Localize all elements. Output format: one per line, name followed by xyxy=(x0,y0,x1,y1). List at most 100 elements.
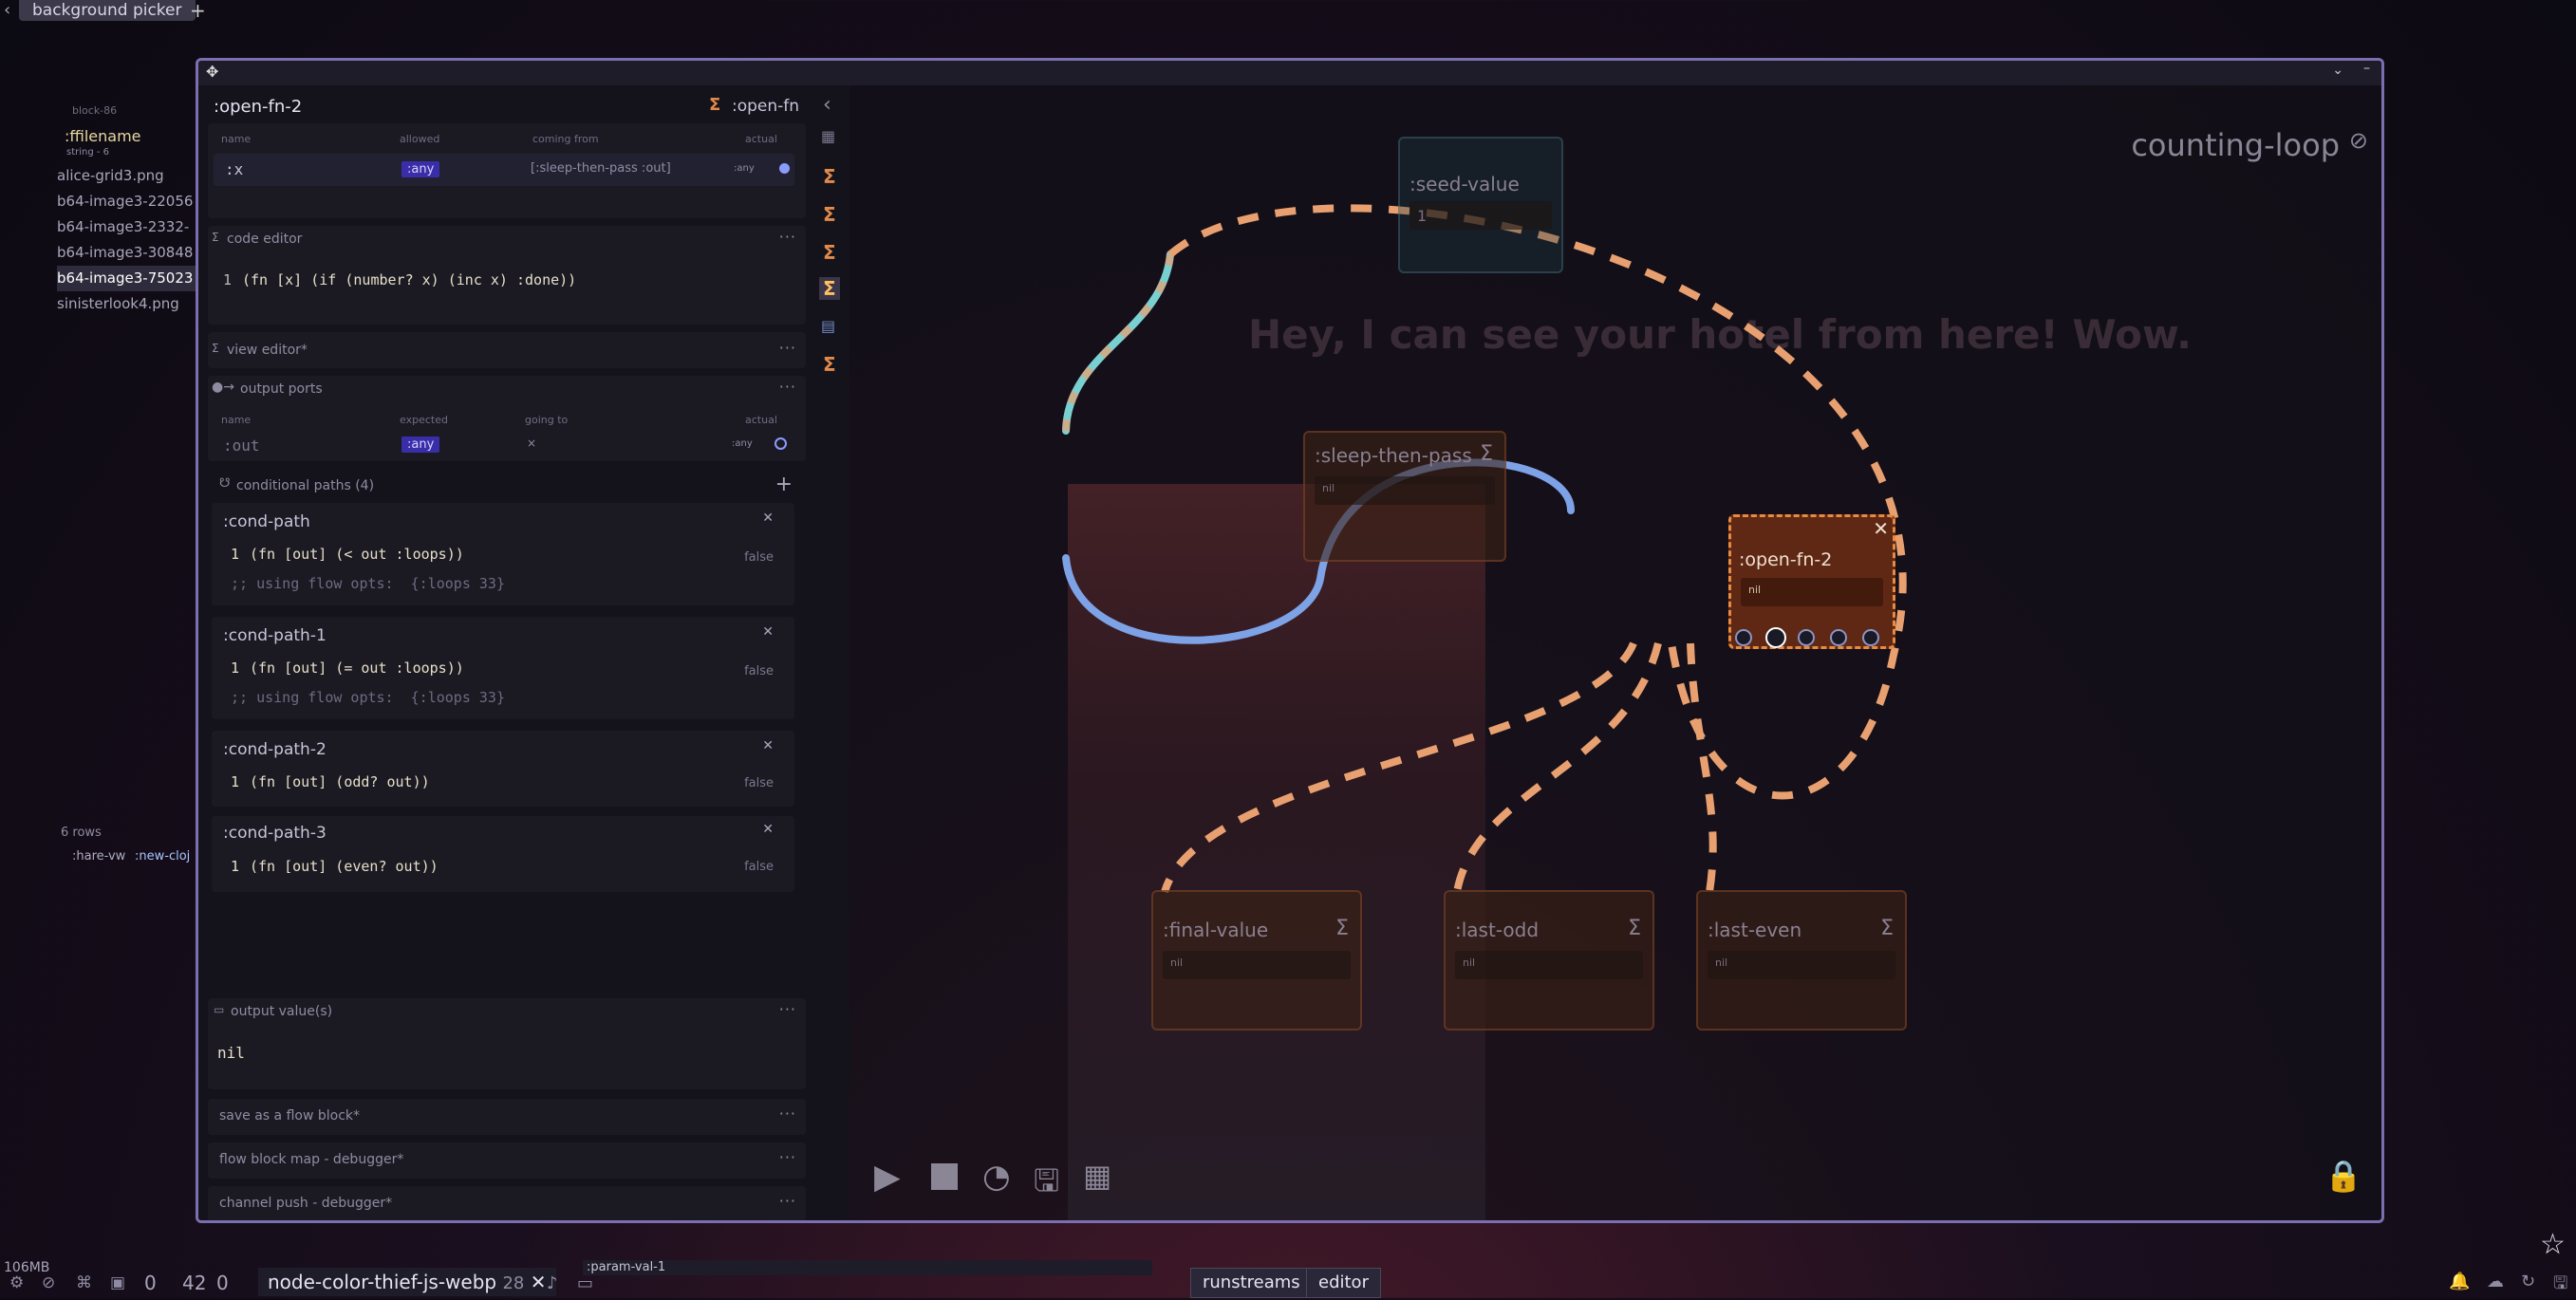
output-port[interactable] xyxy=(1830,629,1847,646)
more-icon[interactable]: ··· xyxy=(779,339,796,357)
input-row[interactable]: :x :any [:sleep-then-pass :out] :any xyxy=(214,154,794,186)
eye-off-icon[interactable]: ⊘ xyxy=(42,1273,55,1292)
sigma-small-icon: Σ xyxy=(212,231,219,244)
image-icon[interactable]: ▣ xyxy=(110,1273,125,1292)
coming-from[interactable]: [:sleep-then-pass :out] xyxy=(531,161,671,176)
cond-path-card[interactable]: :cond-path-1 ✕ 1 (fn [out] (= out :loops… xyxy=(212,617,794,719)
node-final-value[interactable]: :final-value Σ nil xyxy=(1151,890,1362,1031)
move-handle-icon[interactable]: ✥ xyxy=(206,63,218,81)
window-titlebar[interactable]: ✥ ⌄ – xyxy=(198,61,2381,85)
list-item[interactable]: sinisterlook4.png xyxy=(57,291,199,317)
more-icon[interactable]: ··· xyxy=(779,1000,796,1018)
list-item[interactable]: b64-image3-22056 xyxy=(57,189,199,214)
close-icon[interactable]: ✕ xyxy=(762,511,774,526)
node-last-even[interactable]: :last-even Σ nil xyxy=(1696,890,1907,1031)
sigma-icon[interactable]: Σ xyxy=(823,241,836,264)
add-tab-button[interactable]: + xyxy=(190,0,206,22)
code-icon[interactable]: ⌘ xyxy=(76,1273,92,1292)
cloud-icon[interactable]: ☁ xyxy=(2487,1272,2504,1291)
node-seed-value[interactable]: :seed-value 1 xyxy=(1398,137,1563,273)
sigma-icon: Σ xyxy=(1480,442,1493,466)
editor-window: ✥ ⌄ – :open-fn-2 Σ :open-fn ‹ ▦ Σ Σ Σ Σ … xyxy=(196,58,2384,1223)
tag-new-cloj[interactable]: :new-cloj xyxy=(135,849,190,864)
close-icon[interactable]: ✕ xyxy=(762,624,774,640)
section-label: output ports xyxy=(240,381,323,397)
active-flow-tab[interactable]: node-color-thief-js-webp 28 ✕ xyxy=(258,1268,556,1296)
box-icon: ▭ xyxy=(214,1003,225,1016)
bell-icon[interactable]: 🔔 xyxy=(2449,1272,2470,1291)
tab-background-picker[interactable]: background picker xyxy=(19,0,196,21)
close-icon[interactable]: ✕ xyxy=(762,822,774,837)
sigma-icon[interactable]: Σ xyxy=(823,165,836,188)
output-port[interactable] xyxy=(1798,629,1815,646)
play-icon[interactable]: ▶ xyxy=(874,1158,901,1197)
view-editor-section[interactable]: Σ view editor* ··· xyxy=(208,332,806,368)
more-icon[interactable]: ··· xyxy=(779,1148,796,1166)
tag-hare[interactable]: :hare-vw xyxy=(72,849,125,864)
param-strip[interactable]: :param-val-1 xyxy=(583,1260,1152,1275)
sigma-icon-active[interactable]: Σ xyxy=(819,277,840,300)
flow-canvas[interactable]: Hey, I can see your hotel from here! Wow… xyxy=(849,85,2381,1220)
grid-icon[interactable]: ▦ xyxy=(821,127,835,145)
node-title: :last-even xyxy=(1708,919,1802,941)
actual-type: :any xyxy=(734,163,755,174)
line-number: 1 xyxy=(231,659,240,677)
line-number: 1 xyxy=(231,546,240,563)
counter: 0 xyxy=(144,1272,157,1294)
mic-icon[interactable]: ♪ xyxy=(547,1273,558,1293)
cond-path-card[interactable]: :cond-path ✕ 1 (fn [out] (< out :loops))… xyxy=(212,503,794,605)
code-editor-input[interactable]: (fn [x] (if (number? x) (inc x) :done)) xyxy=(242,271,576,288)
more-icon[interactable]: ··· xyxy=(779,378,796,396)
back-arrow-icon[interactable]: ‹ xyxy=(4,0,10,20)
cond-code[interactable]: (fn [out] (= out :loops)) xyxy=(250,659,464,677)
cond-code[interactable]: (fn [out] (even? out)) xyxy=(250,858,439,875)
cond-path-card[interactable]: :cond-path-2 ✕ 1 (fn [out] (odd? out)) f… xyxy=(212,731,794,807)
close-icon[interactable]: ✕ xyxy=(531,1271,547,1293)
lock-icon[interactable]: 🔒 xyxy=(2324,1158,2362,1194)
stop-icon[interactable] xyxy=(931,1163,958,1190)
list-item[interactable]: alice-grid3.png xyxy=(57,163,199,189)
add-condition-button[interactable]: + xyxy=(775,473,793,496)
save-block-section[interactable]: save as a flow block* ··· xyxy=(208,1099,806,1135)
runstreams-button[interactable]: runstreams xyxy=(1190,1268,1313,1298)
expected-type-badge: :any xyxy=(401,436,440,453)
close-icon[interactable]: ✕ xyxy=(1873,517,1889,540)
blocks-icon[interactable]: ▦ xyxy=(1083,1158,1111,1194)
output-port[interactable] xyxy=(1735,629,1752,646)
sigma-icon[interactable]: Σ xyxy=(823,203,836,226)
list-item-selected[interactable]: b64-image3-75023 xyxy=(57,266,199,291)
moon-icon[interactable]: ◔ xyxy=(982,1158,1011,1196)
cond-code[interactable]: (fn [out] (odd? out)) xyxy=(250,773,430,790)
output-port[interactable] xyxy=(1862,629,1879,646)
save-icon[interactable]: 🖫 xyxy=(1034,1160,1059,1211)
settings-icon[interactable]: ⚙ xyxy=(9,1273,24,1292)
conditional-paths-section: ☋ conditional paths (4) + :cond-path ✕ 1… xyxy=(208,469,806,892)
list-item[interactable]: b64-image3-30848 xyxy=(57,240,199,266)
output-port-active[interactable] xyxy=(1765,627,1786,648)
channel-debugger-section[interactable]: channel push - debugger* ··· xyxy=(208,1186,806,1220)
cond-code[interactable]: (fn [out] (< out :loops)) xyxy=(250,546,464,563)
col-header: coming from xyxy=(532,133,599,145)
debugger-section[interactable]: flow block map - debugger* ··· xyxy=(208,1142,806,1179)
minimize-icon[interactable]: – xyxy=(2363,61,2370,76)
editor-button[interactable]: editor xyxy=(1306,1268,1381,1298)
more-icon[interactable]: ··· xyxy=(779,1105,796,1123)
node-last-odd[interactable]: :last-odd Σ nil xyxy=(1444,890,1654,1031)
output-values-section: ▭ output value(s) ··· nil xyxy=(208,998,806,1089)
list-item[interactable]: b64-image3-2332- xyxy=(57,214,199,240)
going-to[interactable]: × xyxy=(527,436,536,450)
save-icon[interactable]: 🖫 xyxy=(2553,1272,2567,1300)
line-number: 1 xyxy=(231,858,240,875)
more-icon[interactable]: ··· xyxy=(779,1192,796,1210)
table-icon[interactable]: ▤ xyxy=(821,317,835,335)
star-icon[interactable]: ☆ xyxy=(2540,1228,2566,1261)
more-icon[interactable]: ··· xyxy=(779,228,796,246)
cond-path-card[interactable]: :cond-path-3 ✕ 1 (fn [out] (even? out)) … xyxy=(212,816,794,892)
node-open-fn-2-selected[interactable]: :open-fn-2 ✕ nil xyxy=(1728,514,1895,649)
monitor-icon[interactable]: ▭ xyxy=(577,1273,593,1293)
close-icon[interactable]: ✕ xyxy=(762,738,774,753)
refresh-icon[interactable]: ↻ xyxy=(2521,1272,2535,1291)
node-sleep-then-pass[interactable]: :sleep-then-pass Σ nil xyxy=(1303,431,1506,562)
sigma-icon[interactable]: Σ xyxy=(823,353,836,376)
chevron-down-icon[interactable]: ⌄ xyxy=(2332,63,2343,78)
